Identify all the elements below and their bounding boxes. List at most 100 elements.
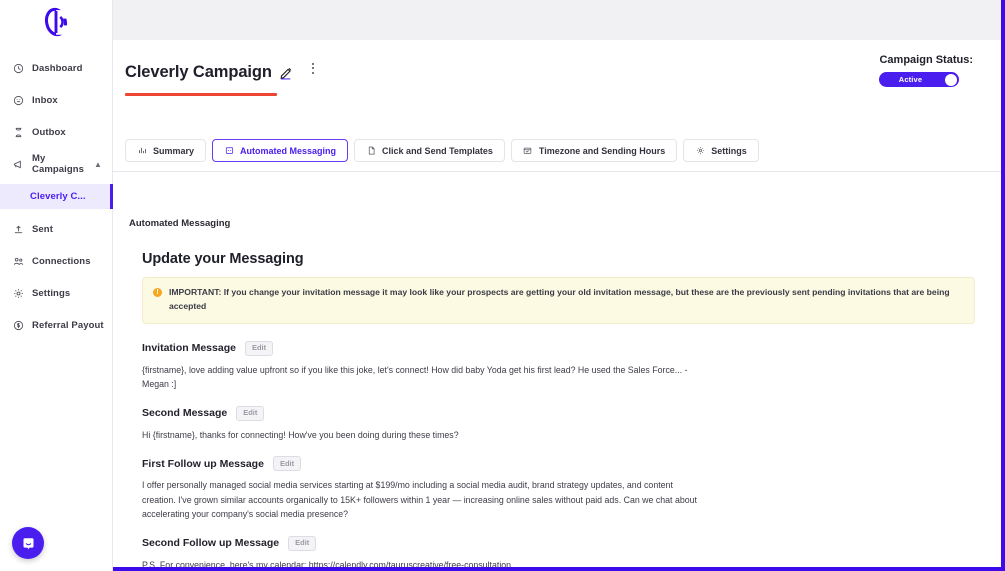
sidebar-item-label: Cleverly C... bbox=[30, 191, 86, 202]
campaign-title-row: Cleverly Campaign bbox=[125, 62, 1001, 82]
sidebar-item-my-campaigns[interactable]: My Campaigns ▲ bbox=[0, 152, 112, 176]
sidebar-item-outbox[interactable]: Outbox bbox=[0, 120, 112, 144]
tab-label: Timezone and Sending Hours bbox=[538, 145, 666, 156]
sidebar-item-sent[interactable]: Sent bbox=[0, 217, 112, 241]
sidebar-item-label: My Campaigns bbox=[32, 153, 85, 175]
tab-click-and-send-templates[interactable]: Click and Send Templates bbox=[354, 139, 505, 162]
intercom-launcher-button[interactable] bbox=[12, 527, 44, 559]
sidebar-item-label: Settings bbox=[32, 287, 71, 299]
message-body: {firstname}, love adding value upfront s… bbox=[142, 364, 688, 390]
messaging-body: Update your Messaging IMPORTANT: If you … bbox=[113, 229, 1001, 567]
content-heading: Update your Messaging bbox=[142, 251, 304, 267]
sidebar-item-label: Sent bbox=[32, 223, 53, 235]
message-title: Second Message bbox=[142, 407, 228, 419]
message-header: First Follow up Message Edit bbox=[142, 456, 975, 471]
message-body: Hi {firstname}, thanks for connecting! H… bbox=[142, 429, 459, 440]
message-title: Invitation Message bbox=[142, 342, 236, 354]
sidebar-nav: Dashboard Inbox Outbox My Campaigns ▲ Cl… bbox=[0, 44, 113, 337]
gear-icon bbox=[12, 287, 24, 299]
edit-button[interactable]: Edit bbox=[236, 405, 265, 421]
tab-label: Settings bbox=[711, 145, 747, 156]
chevron-up-icon[interactable]: ▲ bbox=[94, 160, 102, 169]
campaign-header: Cleverly Campaign Campaign Status: Activ… bbox=[113, 40, 1001, 139]
message-block-first-follow-up: First Follow up Message Edit I offer per… bbox=[142, 456, 975, 522]
sidebar-item-cleverly-campaign[interactable]: Cleverly C... bbox=[0, 184, 113, 209]
tab-settings[interactable]: Settings bbox=[683, 139, 759, 162]
message-header: Second Follow up Message Edit bbox=[142, 535, 975, 551]
edit-button[interactable]: Edit bbox=[288, 535, 317, 551]
kebab-menu-icon[interactable] bbox=[307, 59, 319, 77]
main-panel: Cleverly Campaign Campaign Status: Activ… bbox=[113, 0, 1001, 567]
campaign-status: Campaign Status: Active bbox=[879, 54, 973, 87]
message-body: P.S. For convenience, here's my calendar… bbox=[142, 559, 512, 568]
document-icon bbox=[366, 146, 376, 156]
bar-chart-icon bbox=[137, 146, 147, 156]
sidebar-item-label: Dashboard bbox=[32, 62, 83, 74]
sidebar-item-label: Referral Payout bbox=[32, 319, 104, 331]
page-title: Cleverly Campaign bbox=[125, 63, 272, 81]
app-window: Dashboard Inbox Outbox My Campaigns ▲ Cl… bbox=[0, 0, 1005, 571]
tab-label: Summary bbox=[153, 145, 195, 156]
campaign-status-label: Campaign Status: bbox=[879, 54, 973, 66]
inbox-icon bbox=[12, 94, 24, 106]
sidebar-item-settings[interactable]: Settings bbox=[0, 281, 112, 305]
outbox-icon bbox=[12, 126, 24, 138]
sent-icon bbox=[12, 223, 24, 235]
campaign-status-toggle[interactable]: Active bbox=[879, 72, 960, 87]
sidebar-item-referral-payout[interactable]: Referral Payout bbox=[0, 313, 112, 337]
dollar-circle-icon bbox=[12, 319, 24, 331]
tab-timezone-and-sending-hours[interactable]: Timezone and Sending Hours bbox=[510, 139, 678, 162]
warning-icon bbox=[153, 287, 162, 299]
toggle-knob bbox=[945, 73, 958, 86]
notice-prefix: IMPORTANT: bbox=[169, 287, 222, 297]
tab-summary[interactable]: Summary bbox=[125, 139, 207, 162]
sidebar-item-dashboard[interactable]: Dashboard bbox=[0, 56, 112, 80]
message-body: I offer personally managed social media … bbox=[142, 480, 697, 519]
dashboard-icon bbox=[12, 62, 24, 74]
status-badge: Active bbox=[898, 75, 923, 84]
messaging-icon bbox=[224, 146, 234, 156]
nav-top-spacer bbox=[0, 48, 112, 56]
gear-icon bbox=[695, 146, 705, 156]
logo-container[interactable] bbox=[0, 0, 112, 44]
sidebar: Dashboard Inbox Outbox My Campaigns ▲ Cl… bbox=[0, 0, 113, 571]
message-header: Second Message Edit bbox=[142, 405, 975, 421]
message-block-second-follow-up: Second Follow up Message Edit P.S. For c… bbox=[142, 535, 975, 568]
message-title: Second Follow up Message bbox=[142, 537, 280, 549]
megaphone-icon bbox=[12, 158, 24, 170]
title-underline bbox=[125, 93, 277, 96]
tab-bar: Summary Automated Messaging Click and Se… bbox=[113, 139, 1001, 172]
main-content-surface: Cleverly Campaign Campaign Status: Activ… bbox=[113, 40, 1001, 567]
sidebar-item-connections[interactable]: Connections bbox=[0, 249, 112, 273]
intercom-chat-icon bbox=[23, 537, 33, 549]
edit-button[interactable]: Edit bbox=[244, 340, 274, 356]
content-area: Automated Messaging Update your Messagin… bbox=[113, 212, 1001, 567]
notice-body: If you change your invitation message it… bbox=[169, 287, 950, 311]
sidebar-item-inbox[interactable]: Inbox bbox=[0, 88, 112, 112]
message-title: First Follow up Message bbox=[142, 457, 264, 470]
sidebar-item-label: Inbox bbox=[32, 94, 58, 106]
tab-bar-divider bbox=[113, 171, 1001, 172]
section-label: Automated Messaging bbox=[129, 218, 231, 229]
cleverly-logo bbox=[44, 7, 70, 37]
sidebar-item-label: Outbox bbox=[32, 126, 66, 138]
notice-text: IMPORTANT: If you change your invitation… bbox=[169, 286, 964, 314]
pencil-icon[interactable] bbox=[279, 65, 294, 80]
message-header: Invitation Message Edit bbox=[142, 340, 975, 356]
calendar-icon bbox=[523, 146, 533, 156]
tab-label: Automated Messaging bbox=[240, 145, 337, 156]
tab-automated-messaging[interactable]: Automated Messaging bbox=[212, 139, 349, 162]
edit-button[interactable]: Edit bbox=[272, 456, 302, 471]
important-notice: IMPORTANT: If you change your invitation… bbox=[142, 277, 975, 324]
message-block-second: Second Message Edit Hi {firstname}, than… bbox=[142, 405, 975, 443]
message-block-invitation: Invitation Message Edit {firstname}, lov… bbox=[142, 340, 975, 392]
sidebar-item-label: Connections bbox=[32, 255, 91, 267]
